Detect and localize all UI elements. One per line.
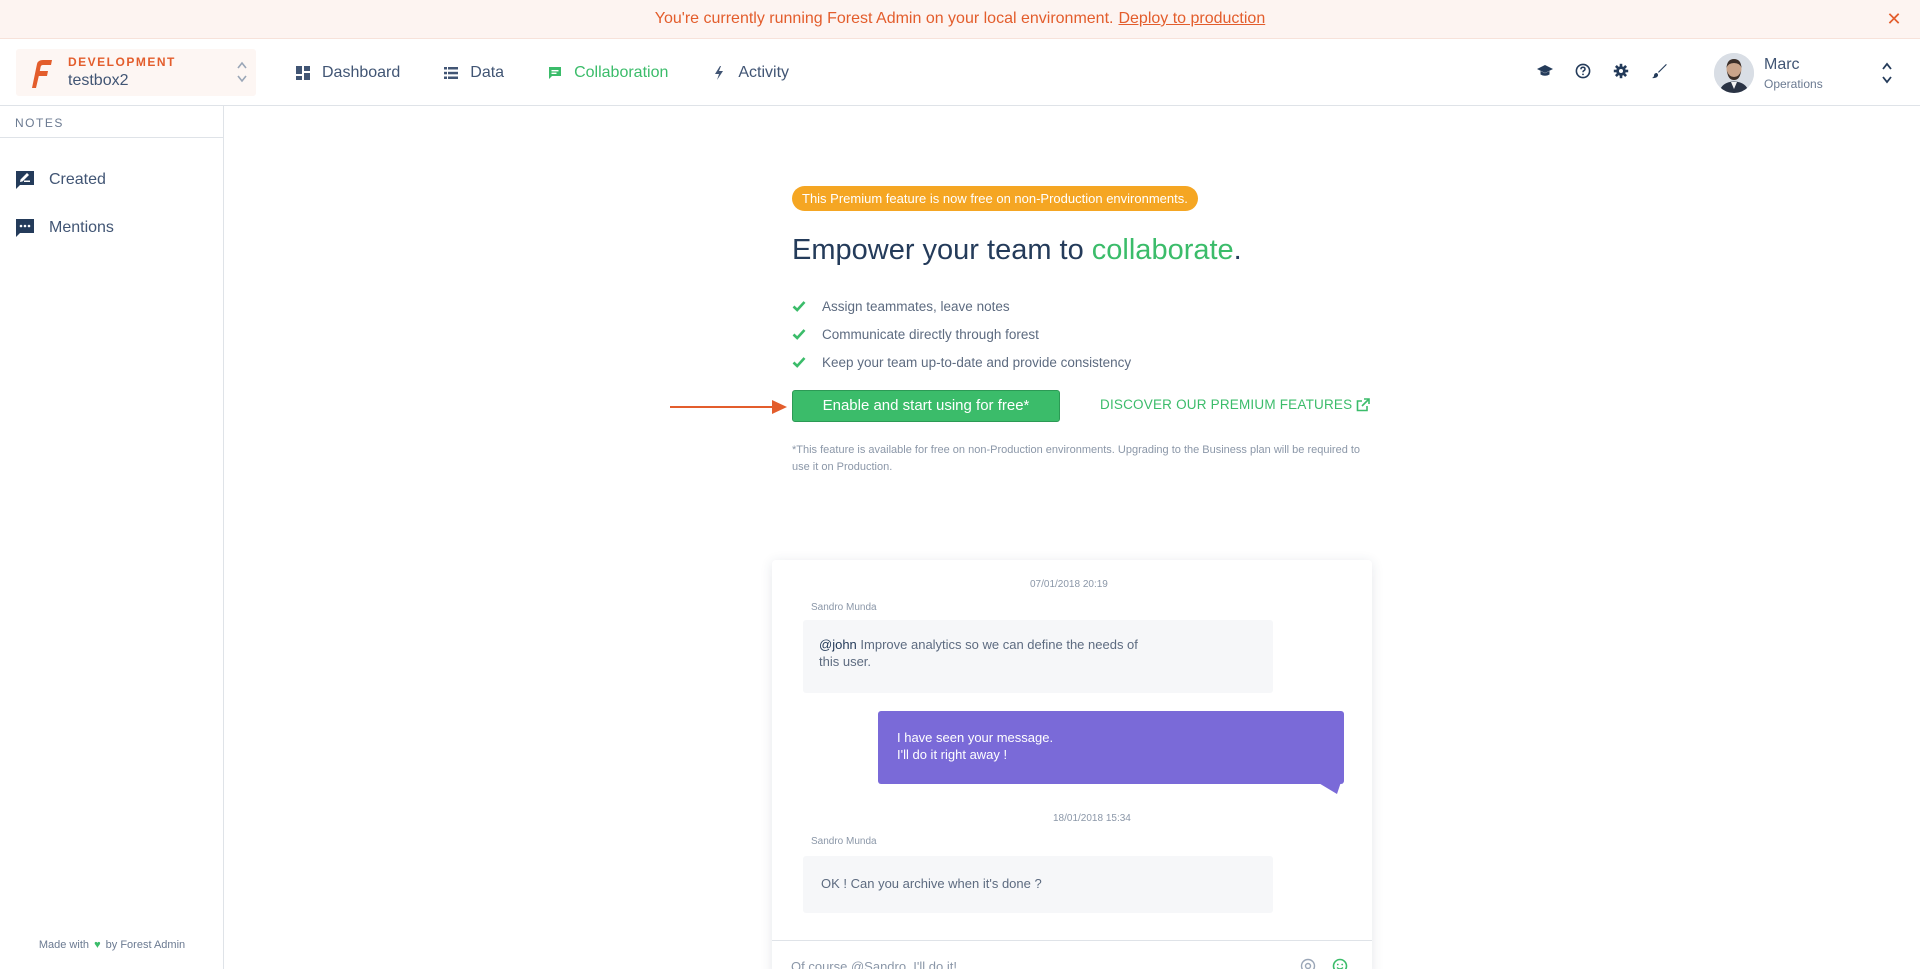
pricing-footnote: *This feature is available for free on n… [792,444,1361,473]
user-name: Marc [1764,55,1800,73]
collaboration-preview-card: 07/01/2018 20:19 Sandro Munda @john Impr… [772,560,1372,969]
message-bubble: @john Improve analytics so we can define… [803,620,1273,693]
main-nav: Dashboard Data Collaboration Activity [296,39,833,106]
bolt-icon [715,65,724,80]
close-icon[interactable]: ✕ [1885,10,1903,28]
user-role: Operations [1764,76,1823,91]
sidebar-item-label: Mentions [49,219,114,236]
message-bubble: OK ! Can you archive when it's done ? [803,856,1273,913]
chevron-up-down-icon [1882,62,1892,84]
mention-tag: @john [819,637,857,652]
chat-icon [549,66,562,79]
external-link-icon [1357,397,1371,411]
message-timestamp: 07/01/2018 20:19 [1030,579,1108,590]
footer-prefix: Made with [38,939,89,951]
deploy-to-production-link[interactable]: Deploy to production [1118,10,1265,28]
message-author: Sandro Munda [811,602,877,613]
feature-text: Keep your team up-to-date and provide co… [822,354,1132,370]
list-item: Keep your team up-to-date and provide co… [792,348,1131,376]
footer-suffix: by Forest Admin [105,939,186,951]
nav-data-label: Data [470,63,505,81]
banner-message: You're currently running Forest Admin on… [654,10,1114,27]
list-item: Assign teammates, leave notes [792,292,1131,320]
environment-switcher[interactable]: DEVELOPMENT testbox2 [16,49,256,96]
message-author: Sandro Munda [811,836,877,847]
reply-line: I have seen your message. [897,730,1054,745]
nav-dashboard[interactable]: Dashboard [296,39,400,106]
feature-text: Communicate directly through forest [822,326,1039,342]
user-menu[interactable]: Marc Operations [1714,50,1894,96]
brush-icon[interactable] [1649,61,1669,81]
sidebar-divider [0,137,224,138]
message-timestamp: 18/01/2018 15:34 [1053,813,1131,824]
nav-data[interactable]: Data [444,39,504,106]
at-sign-icon [1300,958,1316,969]
top-header: DEVELOPMENT testbox2 Dashboard Data Coll… [0,39,1920,106]
heart-icon: ♥ [94,939,101,951]
reply-bubble-tail [1317,782,1341,794]
sidebar-item-created[interactable]: Created [0,158,224,202]
feature-text: Assign teammates, leave notes [822,298,1010,314]
nav-dashboard-label: Dashboard [322,63,401,81]
graduation-cap-icon[interactable] [1535,61,1555,81]
gear-icon[interactable] [1611,61,1631,81]
enable-collaboration-button[interactable]: Enable and start using for free* [792,390,1060,422]
nav-activity[interactable]: Activity [712,39,789,106]
forest-logo-icon [32,60,52,88]
headline-accent: collaborate [1091,234,1234,266]
notes-sidebar: NOTES Created Mentions Made with ♥ by Fo… [0,106,224,969]
reply-line: I'll do it right away ! [897,747,1008,762]
sidebar-heading: NOTES [15,116,64,130]
premium-link-label: DISCOVER OUR PREMIUM FEATURES [1100,397,1353,412]
list-item: Communicate directly through forest [792,320,1131,348]
made-with-footer: Made with ♥ by Forest Admin [0,939,224,951]
message-text: OK ! Can you archive when it's done ? [821,876,1042,891]
note-edit-icon [16,171,34,189]
sidebar-item-mentions[interactable]: Mentions [0,206,224,250]
nav-collaboration-label: Collaboration [574,63,669,81]
message-text: Improve analytics so we can define the n… [819,637,1138,669]
check-icon [792,301,806,312]
help-icon[interactable] [1573,61,1593,81]
avatar [1714,53,1754,93]
arrow-right-icon [670,400,787,414]
comment-icon [16,219,34,237]
nav-activity-label: Activity [738,63,790,81]
page-title: Empower your team to collaborate. [792,234,1242,267]
emoji-icon [1332,958,1348,969]
headline-period: . [1233,234,1242,266]
check-icon [792,329,806,340]
header-tools [1535,61,1687,81]
sidebar-item-label: Created [49,171,106,188]
feature-list: Assign teammates, leave notes Communicat… [792,292,1131,376]
headline-text: Empower your team to [792,234,1084,266]
list-icon [444,66,459,79]
reply-bubble: I have seen your message. I'll do it rig… [878,711,1344,784]
premium-free-badge: This Premium feature is now free on non-… [792,186,1198,211]
message-composer: Of course @Sandro, I'll do it! [772,940,1372,969]
check-icon [792,357,806,368]
dashboard-icon [296,65,310,80]
environment-banner: You're currently running Forest Admin on… [0,0,1920,39]
chevron-up-down-icon [237,61,247,83]
nav-collaboration[interactable]: Collaboration [548,39,668,106]
environment-label: DEVELOPMENT [68,55,176,69]
environment-name: testbox2 [68,72,129,89]
composer-input: Of course @Sandro, I'll do it! [791,959,957,969]
discover-premium-link[interactable]: DISCOVER OUR PREMIUM FEATURES [1100,397,1371,412]
